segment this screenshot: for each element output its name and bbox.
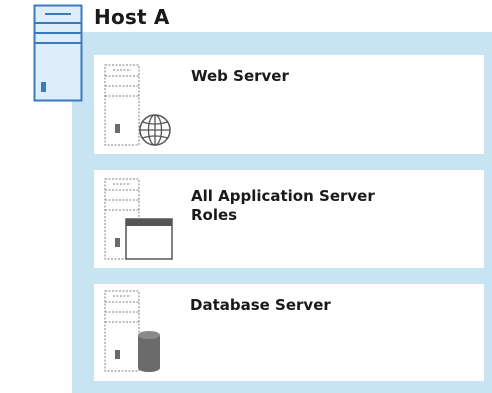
server-database-icon (104, 290, 160, 372)
server-window-icon (104, 178, 173, 260)
role-label-web-server: Web Server (191, 67, 289, 85)
host-server-icon (33, 4, 83, 102)
role-card-app-server: All Application Server Roles (94, 170, 484, 268)
role-card-database-server: Database Server (94, 284, 484, 381)
role-label-app-server: All Application Server Roles (191, 187, 375, 224)
role-card-web-server: Web Server (94, 55, 484, 154)
role-label-database-server: Database Server (190, 296, 331, 314)
host-title: Host A (94, 5, 170, 29)
server-globe-icon (104, 64, 171, 146)
